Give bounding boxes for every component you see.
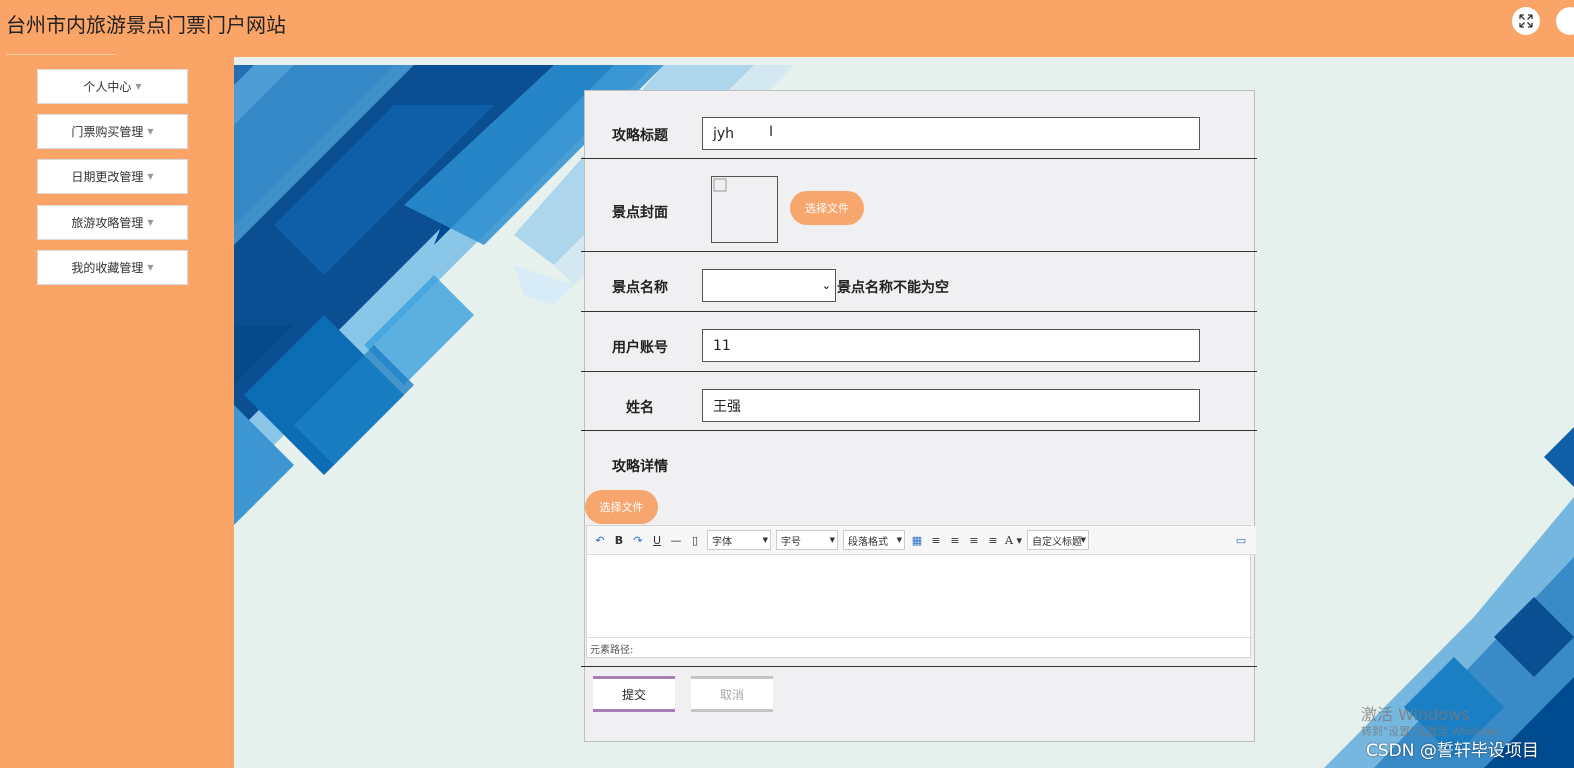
title-label: 攻略标题	[612, 128, 668, 144]
sidebar-item-favorites[interactable]: 我的收藏管理 ▼	[37, 250, 188, 285]
font-size-label: 字号	[781, 536, 801, 548]
font-family-select[interactable]: 字体 ▼	[707, 530, 771, 550]
horizontal-rule-icon[interactable]: —	[669, 534, 683, 547]
redo-icon[interactable]: ↷	[631, 534, 645, 547]
chevron-down-icon: ⌄	[821, 279, 831, 292]
submit-button[interactable]: 提交	[593, 676, 675, 712]
account-label: 用户账号	[612, 340, 668, 356]
dropdown-arrow-icon: ▼	[896, 536, 902, 544]
top-bar: 台州市内旅游景点门票门户网站	[0, 0, 1574, 57]
bold-icon[interactable]: B	[612, 534, 626, 547]
caret-down-icon: ▼	[147, 172, 154, 181]
title-underline	[6, 54, 116, 55]
editor-toolbar: ↶ B ↷ U — ▯ 字体 ▼ 字号 ▼ 段落格式 ▼ ▦ ≡ ≡ ≡ ≡ A ▾ …	[587, 526, 1256, 555]
sidebar-item-date-change[interactable]: 日期更改管理 ▼	[37, 159, 188, 194]
name-label: 姓名	[626, 400, 654, 416]
guide-form: 攻略标题 jyh I 景点封面 选择文件 景点名称 ⌄ 景点名称不能为空 用户账号…	[581, 90, 1257, 742]
cancel-button[interactable]: 取消	[691, 676, 773, 712]
row-divider	[581, 666, 1257, 667]
fullscreen-editor-icon[interactable]: ▭	[1234, 534, 1248, 547]
detail-label: 攻略详情	[612, 459, 668, 475]
align-right-icon[interactable]: ≡	[948, 534, 962, 547]
underline-icon[interactable]: U	[650, 534, 664, 547]
paste-plain-icon[interactable]: ▯	[688, 534, 702, 547]
sidebar: 个人中心 ▼ 门票购买管理 ▼ 日期更改管理 ▼ 旅游攻略管理 ▼ 我的收藏管理 ▼	[0, 57, 234, 768]
caret-down-icon: ▼	[147, 218, 154, 227]
sidebar-item-travel-guide[interactable]: 旅游攻略管理 ▼	[37, 205, 188, 240]
site-title: 台州市内旅游景点门票门户网站	[6, 13, 286, 37]
element-path: 元素路径:	[587, 637, 1253, 658]
sidebar-item-label: 旅游攻略管理	[71, 216, 144, 230]
sidebar-item-label: 门票购买管理	[71, 125, 144, 139]
title-input[interactable]: jyh I	[702, 117, 1200, 150]
title-input-value: jyh	[713, 125, 735, 142]
sidebar-item-label: 我的收藏管理	[71, 261, 144, 275]
row-divider	[581, 251, 1257, 252]
account-input-value: 11	[713, 337, 731, 354]
broken-image-icon	[713, 178, 727, 192]
row-divider	[581, 311, 1257, 312]
font-size-select[interactable]: 字号 ▼	[776, 530, 838, 550]
custom-title-select[interactable]: 自定义标题 ▼	[1026, 530, 1089, 550]
spot-error: 景点名称不能为空	[837, 280, 949, 296]
editor-content[interactable]	[587, 555, 1250, 636]
paragraph-select[interactable]: 段落格式 ▼	[843, 530, 905, 550]
dropdown-arrow-icon: ▼	[829, 536, 835, 544]
font-color-icon[interactable]: A ▾	[1005, 534, 1022, 547]
fullscreen-icon[interactable]	[1512, 7, 1540, 35]
table-icon[interactable]: ▦	[910, 534, 924, 547]
rich-text-editor: ↶ B ↷ U — ▯ 字体 ▼ 字号 ▼ 段落格式 ▼ ▦ ≡ ≡ ≡ ≡ A ▾ …	[586, 525, 1256, 658]
row-divider	[581, 430, 1257, 431]
sidebar-item-ticket-purchase[interactable]: 门票购买管理 ▼	[37, 114, 188, 149]
caret-down-icon: ▼	[135, 82, 142, 91]
choose-file-button-detail[interactable]: 选择文件	[585, 490, 658, 524]
cover-image	[711, 176, 778, 243]
dropdown-arrow-icon: ▼	[762, 536, 768, 544]
align-left-icon[interactable]: ≡	[929, 534, 943, 547]
font-family-label: 字体	[712, 536, 732, 548]
name-input-value: 王强	[713, 398, 741, 415]
sidebar-item-label: 日期更改管理	[71, 170, 144, 184]
align-justify-icon[interactable]: ≡	[986, 534, 1000, 547]
text-cursor-icon: I	[769, 124, 774, 140]
choose-file-button[interactable]: 选择文件	[790, 191, 864, 225]
custom-title-label: 自定义标题	[1031, 536, 1082, 548]
caret-down-icon: ▼	[147, 127, 154, 136]
dropdown-arrow-icon: ▼	[1080, 536, 1086, 544]
spot-select[interactable]: ⌄	[702, 269, 836, 302]
sidebar-item-personal-center[interactable]: 个人中心 ▼	[37, 69, 188, 104]
account-input[interactable]: 11	[702, 329, 1200, 362]
user-icon[interactable]	[1556, 7, 1574, 35]
row-divider	[581, 158, 1257, 159]
sidebar-item-label: 个人中心	[83, 80, 132, 94]
caret-down-icon: ▼	[147, 263, 154, 272]
cover-label: 景点封面	[612, 205, 668, 221]
paragraph-label: 段落格式	[848, 536, 888, 548]
name-input[interactable]: 王强	[702, 389, 1200, 422]
align-center-icon[interactable]: ≡	[967, 534, 981, 547]
row-divider	[581, 371, 1257, 372]
undo-icon[interactable]: ↶	[593, 534, 607, 547]
activate-windows-watermark: 激活 Windows	[1361, 705, 1470, 724]
csdn-watermark: CSDN @誓轩毕设项目	[1366, 741, 1539, 761]
spot-label: 景点名称	[612, 280, 668, 296]
